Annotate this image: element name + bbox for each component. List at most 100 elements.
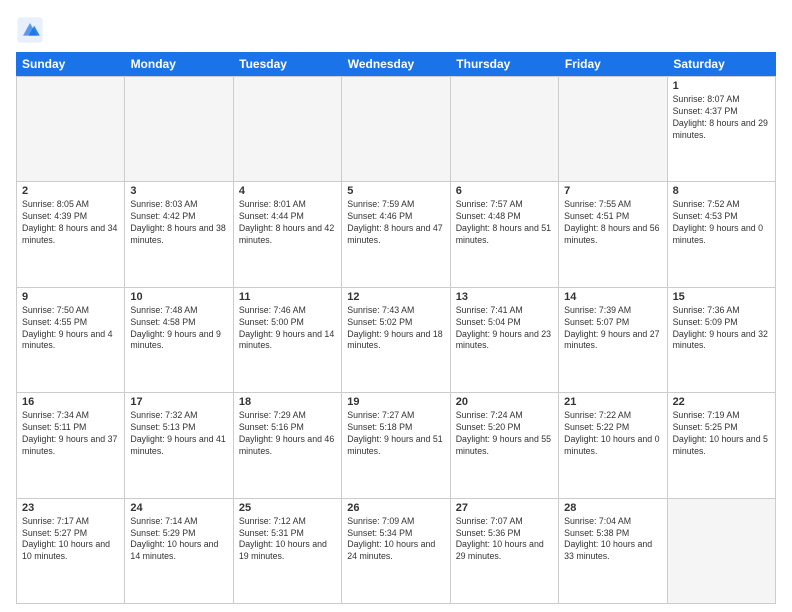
day-cell-12: 12 Sunrise: 7:43 AM Sunset: 5:02 PM Dayli… bbox=[342, 288, 450, 393]
day-cell-27: 27 Sunrise: 7:07 AM Sunset: 5:36 PM Dayli… bbox=[451, 499, 559, 604]
day-cell-19: 19 Sunrise: 7:27 AM Sunset: 5:18 PM Dayli… bbox=[342, 393, 450, 498]
calendar-row-4: 23 Sunrise: 7:17 AM Sunset: 5:27 PM Dayli… bbox=[17, 499, 776, 604]
day-info: Sunrise: 7:46 AM Sunset: 5:00 PM Dayligh… bbox=[239, 305, 336, 353]
day-info: Sunrise: 8:07 AM Sunset: 4:37 PM Dayligh… bbox=[673, 94, 770, 142]
day-info: Sunrise: 7:27 AM Sunset: 5:18 PM Dayligh… bbox=[347, 410, 444, 458]
day-number: 16 bbox=[22, 396, 119, 408]
day-number: 19 bbox=[347, 396, 444, 408]
day-info: Sunrise: 7:09 AM Sunset: 5:34 PM Dayligh… bbox=[347, 516, 444, 564]
day-number: 2 bbox=[22, 185, 119, 197]
day-cell-4: 4Sunrise: 8:01 AM Sunset: 4:44 PM Daylig… bbox=[234, 182, 342, 287]
day-info: Sunrise: 7:41 AM Sunset: 5:04 PM Dayligh… bbox=[456, 305, 553, 353]
header-day-friday: Friday bbox=[559, 52, 668, 76]
day-cell-24: 24 Sunrise: 7:14 AM Sunset: 5:29 PM Dayli… bbox=[125, 499, 233, 604]
day-number: 3 bbox=[130, 185, 227, 197]
day-cell-17: 17 Sunrise: 7:32 AM Sunset: 5:13 PM Dayli… bbox=[125, 393, 233, 498]
day-number: 28 bbox=[564, 502, 661, 514]
header-day-monday: Monday bbox=[125, 52, 234, 76]
day-info: Sunrise: 7:36 AM Sunset: 5:09 PM Dayligh… bbox=[673, 305, 770, 353]
day-number: 11 bbox=[239, 291, 336, 303]
day-cell-6: 6 Sunrise: 7:57 AM Sunset: 4:48 PM Daylig… bbox=[451, 182, 559, 287]
day-cell-empty bbox=[342, 77, 450, 182]
day-number: 14 bbox=[564, 291, 661, 303]
day-cell-10: 10 Sunrise: 7:48 AM Sunset: 4:58 PM Dayli… bbox=[125, 288, 233, 393]
day-cell-3: 3 Sunrise: 8:03 AM Sunset: 4:42 PM Daylig… bbox=[125, 182, 233, 287]
calendar-body: 1 Sunrise: 8:07 AM Sunset: 4:37 PM Daylig… bbox=[16, 76, 776, 604]
day-number: 15 bbox=[673, 291, 770, 303]
calendar-header: SundayMondayTuesdayWednesdayThursdayFrid… bbox=[16, 52, 776, 76]
day-number: 18 bbox=[239, 396, 336, 408]
header-day-wednesday: Wednesday bbox=[342, 52, 451, 76]
day-info: Sunrise: 7:32 AM Sunset: 5:13 PM Dayligh… bbox=[130, 410, 227, 458]
day-cell-16: 16Sunrise: 7:34 AM Sunset: 5:11 PM Dayli… bbox=[17, 393, 125, 498]
day-cell-11: 11 Sunrise: 7:46 AM Sunset: 5:00 PM Dayli… bbox=[234, 288, 342, 393]
day-cell-13: 13Sunrise: 7:41 AM Sunset: 5:04 PM Dayli… bbox=[451, 288, 559, 393]
page: SundayMondayTuesdayWednesdayThursdayFrid… bbox=[0, 0, 792, 612]
day-cell-18: 18 Sunrise: 7:29 AM Sunset: 5:16 PM Dayli… bbox=[234, 393, 342, 498]
day-cell-5: 5 Sunrise: 7:59 AM Sunset: 4:46 PM Daylig… bbox=[342, 182, 450, 287]
day-number: 5 bbox=[347, 185, 444, 197]
day-cell-20: 20 Sunrise: 7:24 AM Sunset: 5:20 PM Dayli… bbox=[451, 393, 559, 498]
day-info: Sunrise: 7:04 AM Sunset: 5:38 PM Dayligh… bbox=[564, 516, 661, 564]
day-cell-2: 2 Sunrise: 8:05 AM Sunset: 4:39 PM Daylig… bbox=[17, 182, 125, 287]
day-number: 9 bbox=[22, 291, 119, 303]
day-info: Sunrise: 7:43 AM Sunset: 5:02 PM Dayligh… bbox=[347, 305, 444, 353]
day-number: 10 bbox=[130, 291, 227, 303]
day-cell-28: 28 Sunrise: 7:04 AM Sunset: 5:38 PM Dayli… bbox=[559, 499, 667, 604]
day-info: Sunrise: 7:14 AM Sunset: 5:29 PM Dayligh… bbox=[130, 516, 227, 564]
day-number: 6 bbox=[456, 185, 553, 197]
day-info: Sunrise: 7:17 AM Sunset: 5:27 PM Dayligh… bbox=[22, 516, 119, 564]
calendar: SundayMondayTuesdayWednesdayThursdayFrid… bbox=[16, 52, 776, 604]
header-day-thursday: Thursday bbox=[450, 52, 559, 76]
day-cell-23: 23 Sunrise: 7:17 AM Sunset: 5:27 PM Dayli… bbox=[17, 499, 125, 604]
day-cell-empty bbox=[234, 77, 342, 182]
header-day-saturday: Saturday bbox=[667, 52, 776, 76]
day-cell-9: 9 Sunrise: 7:50 AM Sunset: 4:55 PM Daylig… bbox=[17, 288, 125, 393]
day-info: Sunrise: 8:03 AM Sunset: 4:42 PM Dayligh… bbox=[130, 199, 227, 247]
day-info: Sunrise: 7:52 AM Sunset: 4:53 PM Dayligh… bbox=[673, 199, 770, 247]
day-cell-8: 8 Sunrise: 7:52 AM Sunset: 4:53 PM Daylig… bbox=[668, 182, 776, 287]
day-cell-26: 26 Sunrise: 7:09 AM Sunset: 5:34 PM Dayli… bbox=[342, 499, 450, 604]
day-cell-empty bbox=[17, 77, 125, 182]
header-day-tuesday: Tuesday bbox=[233, 52, 342, 76]
day-info: Sunrise: 8:01 AM Sunset: 4:44 PM Dayligh… bbox=[239, 199, 336, 247]
day-info: Sunrise: 7:29 AM Sunset: 5:16 PM Dayligh… bbox=[239, 410, 336, 458]
day-info: Sunrise: 7:50 AM Sunset: 4:55 PM Dayligh… bbox=[22, 305, 119, 353]
day-number: 21 bbox=[564, 396, 661, 408]
day-cell-empty bbox=[559, 77, 667, 182]
day-number: 27 bbox=[456, 502, 553, 514]
day-info: Sunrise: 8:05 AM Sunset: 4:39 PM Dayligh… bbox=[22, 199, 119, 247]
day-number: 24 bbox=[130, 502, 227, 514]
day-info: Sunrise: 7:57 AM Sunset: 4:48 PM Dayligh… bbox=[456, 199, 553, 247]
day-number: 20 bbox=[456, 396, 553, 408]
day-info: Sunrise: 7:48 AM Sunset: 4:58 PM Dayligh… bbox=[130, 305, 227, 353]
day-info: Sunrise: 7:12 AM Sunset: 5:31 PM Dayligh… bbox=[239, 516, 336, 564]
day-info: Sunrise: 7:59 AM Sunset: 4:46 PM Dayligh… bbox=[347, 199, 444, 247]
day-number: 25 bbox=[239, 502, 336, 514]
day-number: 8 bbox=[673, 185, 770, 197]
day-cell-empty bbox=[451, 77, 559, 182]
logo-icon bbox=[16, 16, 44, 44]
day-info: Sunrise: 7:19 AM Sunset: 5:25 PM Dayligh… bbox=[673, 410, 770, 458]
day-cell-15: 15 Sunrise: 7:36 AM Sunset: 5:09 PM Dayli… bbox=[668, 288, 776, 393]
day-cell-14: 14 Sunrise: 7:39 AM Sunset: 5:07 PM Dayli… bbox=[559, 288, 667, 393]
day-number: 12 bbox=[347, 291, 444, 303]
day-info: Sunrise: 7:22 AM Sunset: 5:22 PM Dayligh… bbox=[564, 410, 661, 458]
day-cell-7: 7 Sunrise: 7:55 AM Sunset: 4:51 PM Daylig… bbox=[559, 182, 667, 287]
day-info: Sunrise: 7:24 AM Sunset: 5:20 PM Dayligh… bbox=[456, 410, 553, 458]
day-number: 26 bbox=[347, 502, 444, 514]
day-info: Sunrise: 7:07 AM Sunset: 5:36 PM Dayligh… bbox=[456, 516, 553, 564]
day-number: 1 bbox=[673, 80, 770, 92]
header-day-sunday: Sunday bbox=[16, 52, 125, 76]
header bbox=[16, 16, 776, 44]
day-cell-21: 21 Sunrise: 7:22 AM Sunset: 5:22 PM Dayli… bbox=[559, 393, 667, 498]
day-cell-empty bbox=[125, 77, 233, 182]
day-info: Sunrise: 7:39 AM Sunset: 5:07 PM Dayligh… bbox=[564, 305, 661, 353]
day-info: Sunrise: 7:55 AM Sunset: 4:51 PM Dayligh… bbox=[564, 199, 661, 247]
day-cell-22: 22 Sunrise: 7:19 AM Sunset: 5:25 PM Dayli… bbox=[668, 393, 776, 498]
day-number: 23 bbox=[22, 502, 119, 514]
day-number: 17 bbox=[130, 396, 227, 408]
day-number: 7 bbox=[564, 185, 661, 197]
calendar-row-1: 2 Sunrise: 8:05 AM Sunset: 4:39 PM Daylig… bbox=[17, 182, 776, 287]
day-number: 22 bbox=[673, 396, 770, 408]
